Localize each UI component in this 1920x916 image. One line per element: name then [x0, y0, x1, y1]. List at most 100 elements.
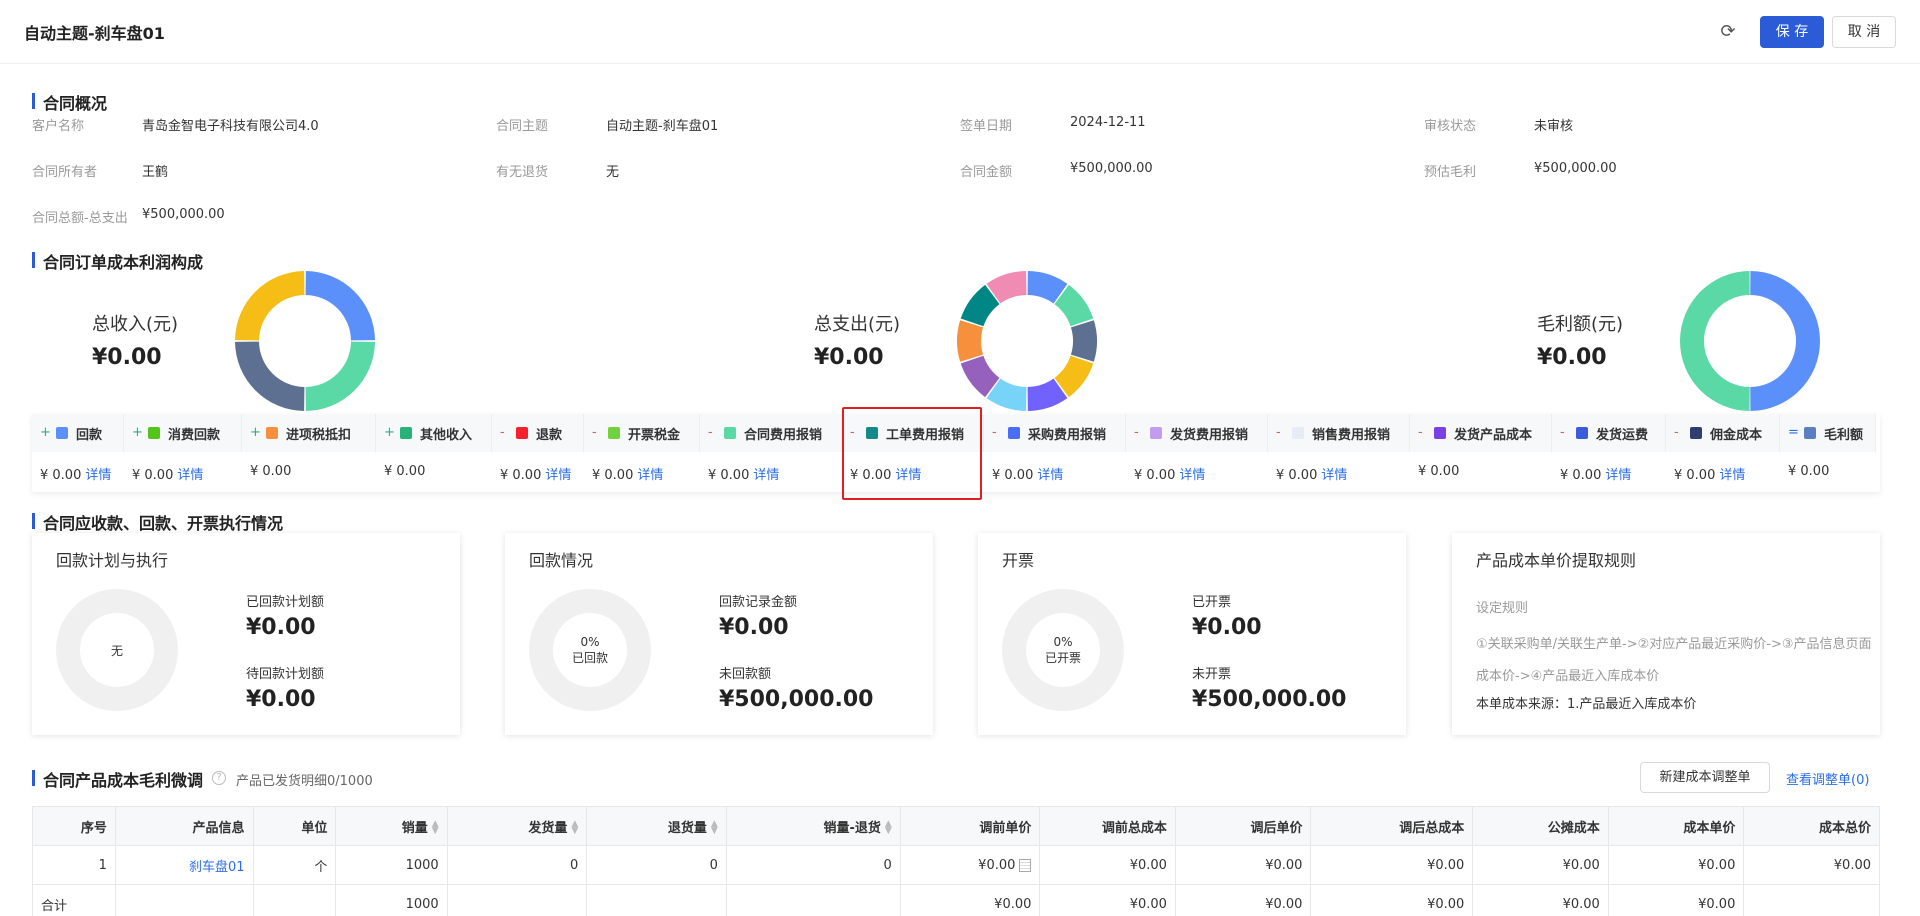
cost-amount: ¥ 0.00 — [384, 464, 426, 479]
operator-sign: - — [1134, 425, 1139, 440]
cost-item-value: ¥ 0.00 详情 — [132, 464, 203, 483]
cost-amount: ¥ 0.00 — [1418, 464, 1460, 479]
refresh-icon[interactable]: ⟳ — [1718, 22, 1738, 42]
receipts-card: 回款情况 0% 已回款 回款记录金额 ¥0.00 未回款额 ¥500,000.00 — [505, 533, 933, 735]
receipts-ring: 0% 已回款 — [529, 589, 651, 711]
legend-swatch — [148, 427, 160, 439]
sort-icon[interactable]: ▲ ▼ — [432, 820, 439, 836]
income-donut-chart — [235, 271, 375, 411]
col-label: 发货量 — [528, 820, 568, 836]
sort-icon[interactable]: ▲ ▼ — [571, 820, 578, 836]
donut-segment — [305, 341, 375, 411]
details-link[interactable]: 详情 — [1605, 468, 1631, 483]
total-cell — [446, 884, 588, 916]
income-label: 总收入(元) — [92, 314, 179, 335]
cost-item-header: = 毛利额 — [1780, 414, 1876, 452]
operator-sign: - — [1674, 425, 1679, 440]
cost-item-value: ¥ 0.00 详情 — [40, 464, 111, 483]
details-link[interactable]: 详情 — [1321, 468, 1347, 483]
rule-label: 设定规则 — [1476, 601, 1529, 616]
cost-item-label: 采购费用报销 — [1028, 428, 1107, 443]
cost-item-label: 发货运费 — [1596, 428, 1649, 443]
col-unit: 单位 — [252, 806, 337, 846]
operator-sign: = — [1788, 425, 1799, 440]
cost-item-header: + 回款 — [32, 414, 124, 452]
save-button[interactable]: 保 存 — [1760, 16, 1824, 48]
details-link[interactable]: 详情 — [1037, 468, 1063, 483]
col-label: 退货量 — [667, 820, 707, 836]
help-icon[interactable]: ? — [212, 771, 226, 785]
ring-center-text: 无 — [110, 643, 123, 658]
cancel-button[interactable]: 取 消 — [1832, 16, 1896, 48]
profit-label: 毛利额(元) — [1537, 314, 1624, 335]
sort-icon[interactable]: ▲ ▼ — [885, 820, 892, 836]
details-link[interactable]: 详情 — [637, 468, 663, 483]
details-link[interactable]: 详情 — [753, 468, 779, 483]
calculator-icon[interactable] — [1019, 858, 1032, 872]
product-table: 序号 产品信息 单位 销量 ▲ ▼ 发货量 ▲ ▼ 退货量 ▲ ▼ 销量-退货 ▲ ▼ 调前单价… — [32, 806, 1880, 916]
ring-center-text: 已开票 — [1044, 650, 1081, 665]
cost-item-value: ¥ 0.00 详情 — [992, 464, 1063, 483]
field-value: ¥500,000.00 — [1534, 161, 1617, 176]
cost-amount: ¥ 0.00 — [1788, 464, 1830, 479]
details-link[interactable]: 详情 — [1179, 468, 1205, 483]
legend-swatch — [1150, 427, 1162, 439]
cost-amount: ¥ 0.00 — [500, 468, 542, 483]
cell-returned: 0 — [586, 845, 727, 885]
col-product: 产品信息 — [114, 806, 254, 846]
cost-item-label: 发货产品成本 — [1454, 428, 1533, 443]
donut-segment — [1070, 320, 1097, 362]
col-sales[interactable]: 销量 ▲ ▼ — [335, 806, 448, 846]
cost-item-header: - 合同费用报销 — [700, 414, 842, 452]
col-pre-total-cost: 调前总成本 — [1039, 806, 1176, 846]
card-title: 开票 — [1002, 551, 1035, 570]
total-shared-cost: ¥0.00 — [1472, 884, 1609, 916]
card-title: 回款情况 — [529, 551, 594, 570]
field-value: ¥500,000.00 — [1070, 161, 1153, 176]
legend-swatch — [266, 427, 278, 439]
cost-item-label: 开票税金 — [628, 428, 681, 443]
donut-segment — [957, 320, 984, 362]
plan-ring: 无 — [56, 589, 178, 711]
cell-pre-unit-price[interactable]: ¥0.00 — [899, 845, 1041, 885]
total-cost-unit-price: ¥0.00 — [1607, 884, 1745, 916]
field-label: 合同金额 — [960, 165, 1013, 180]
field-label: 有无退货 — [496, 165, 549, 180]
details-link[interactable]: 详情 — [545, 468, 571, 483]
details-link[interactable]: 详情 — [1719, 468, 1745, 483]
field-label: 客户名称 — [32, 119, 85, 134]
cost-item-value: ¥ 0.00 — [1788, 464, 1829, 479]
cell-shipped: 0 — [446, 845, 588, 885]
new-cost-adjustment-button[interactable]: 新建成本调整单 — [1640, 762, 1770, 793]
col-cost-total: 成本总价 — [1743, 806, 1880, 846]
cost-item-label: 销售费用报销 — [1312, 428, 1391, 443]
table-header-row: 序号 产品信息 单位 销量 ▲ ▼ 发货量 ▲ ▼ 退货量 ▲ ▼ 销量-退货 ▲ ▼ 调前单价… — [32, 806, 1880, 846]
view-adjustments-link[interactable]: 查看调整单(0) — [1786, 769, 1869, 788]
cost-rule-card: 产品成本单价提取规则 设定规则 ①关联采购单/关联生产单->②对应产品最近采购价… — [1452, 533, 1880, 735]
col-index: 序号 — [32, 806, 116, 846]
col-net-sales[interactable]: 销量-退货 ▲ ▼ — [725, 806, 901, 846]
unreceived-value: ¥500,000.00 — [719, 687, 874, 712]
col-post-total-cost: 调后总成本 — [1310, 806, 1474, 846]
invoice-ring: 0% 已开票 — [1002, 589, 1124, 711]
details-link[interactable]: 详情 — [85, 468, 111, 483]
cost-item-header: + 进项税抵扣 — [242, 414, 376, 452]
cell-index: 1 — [32, 845, 116, 885]
uninvoiced-label: 未开票 — [1192, 667, 1232, 682]
cost-item-value: ¥ 0.00 详情 — [708, 464, 779, 483]
col-returned[interactable]: 退货量 ▲ ▼ — [586, 806, 727, 846]
field-value: 王鹤 — [142, 165, 169, 180]
details-link[interactable]: 详情 — [177, 468, 203, 483]
cost-amount: ¥ 0.00 — [1560, 468, 1602, 483]
invoiced-value: ¥0.00 — [1192, 615, 1262, 640]
product-link[interactable]: 刹车盘01 — [114, 845, 254, 885]
total-cost-total — [1743, 884, 1880, 916]
col-shipped[interactable]: 发货量 ▲ ▼ — [446, 806, 588, 846]
cost-amount: ¥ 0.00 — [40, 468, 82, 483]
cost-item-value: ¥ 0.00 详情 — [1674, 464, 1745, 483]
receipt-record-value: ¥0.00 — [719, 615, 789, 640]
sort-icon[interactable]: ▲ ▼ — [711, 820, 718, 836]
cell-shared-cost: ¥0.00 — [1472, 845, 1609, 885]
cost-amount: ¥ 0.00 — [708, 468, 750, 483]
total-cell — [725, 884, 901, 916]
